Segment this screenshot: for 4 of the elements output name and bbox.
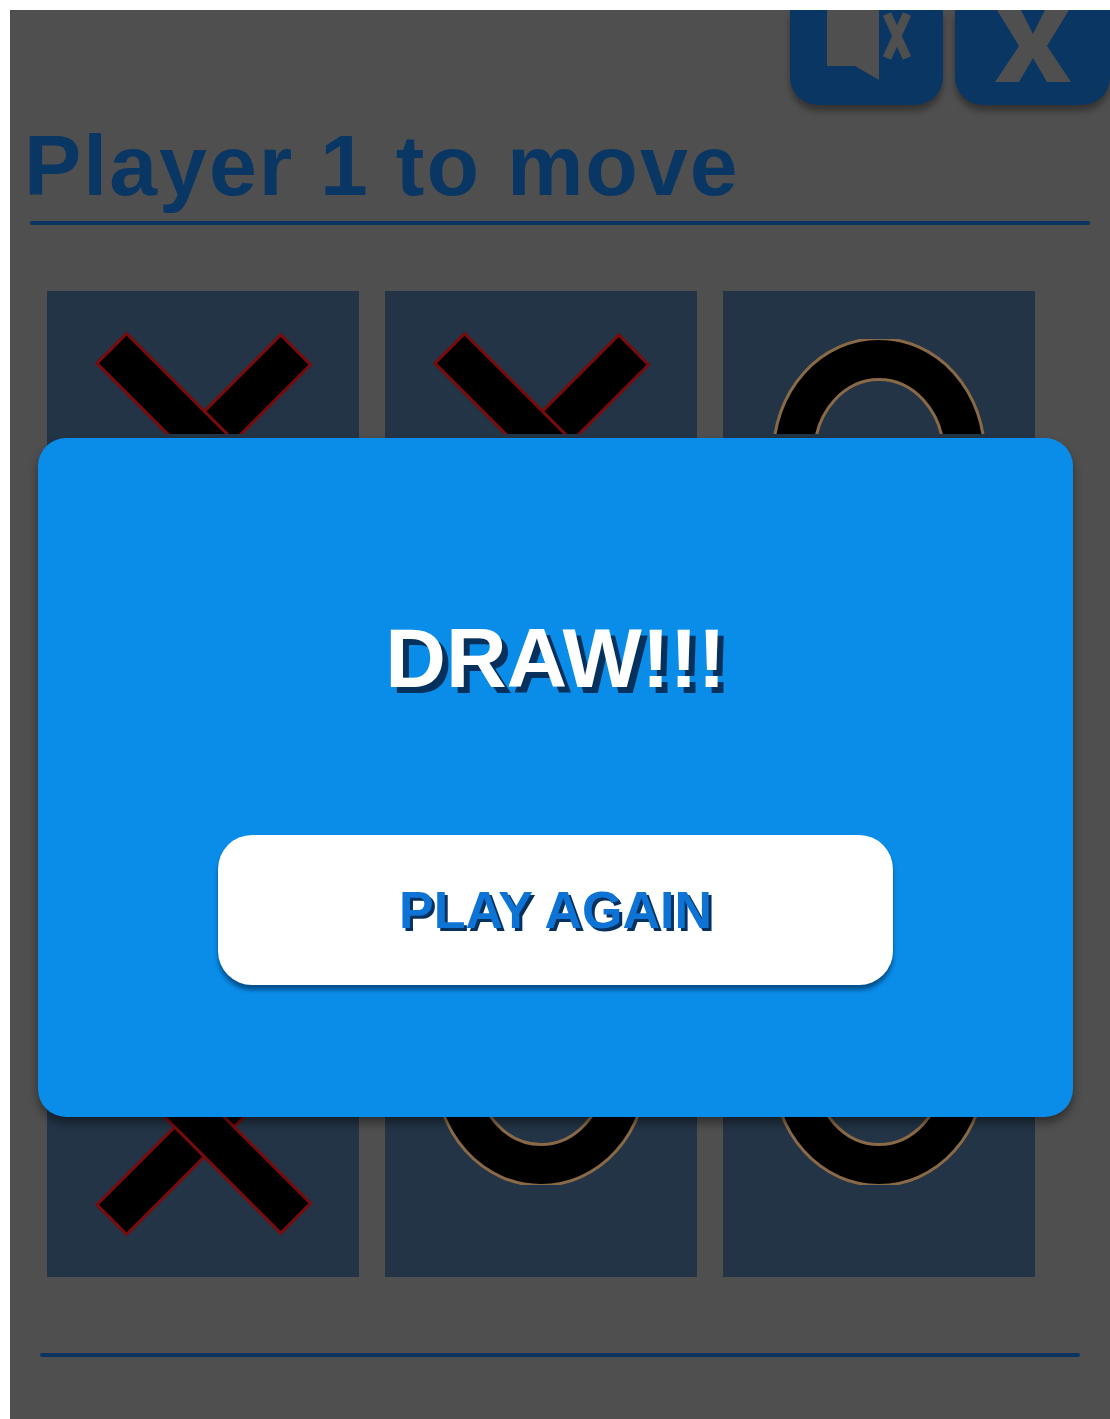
- result-message: DRAW!!!: [385, 610, 726, 707]
- turn-heading: Player 1 to move: [24, 116, 740, 215]
- close-icon: [992, 10, 1073, 82]
- play-again-button[interactable]: PLAY AGAIN: [218, 835, 893, 985]
